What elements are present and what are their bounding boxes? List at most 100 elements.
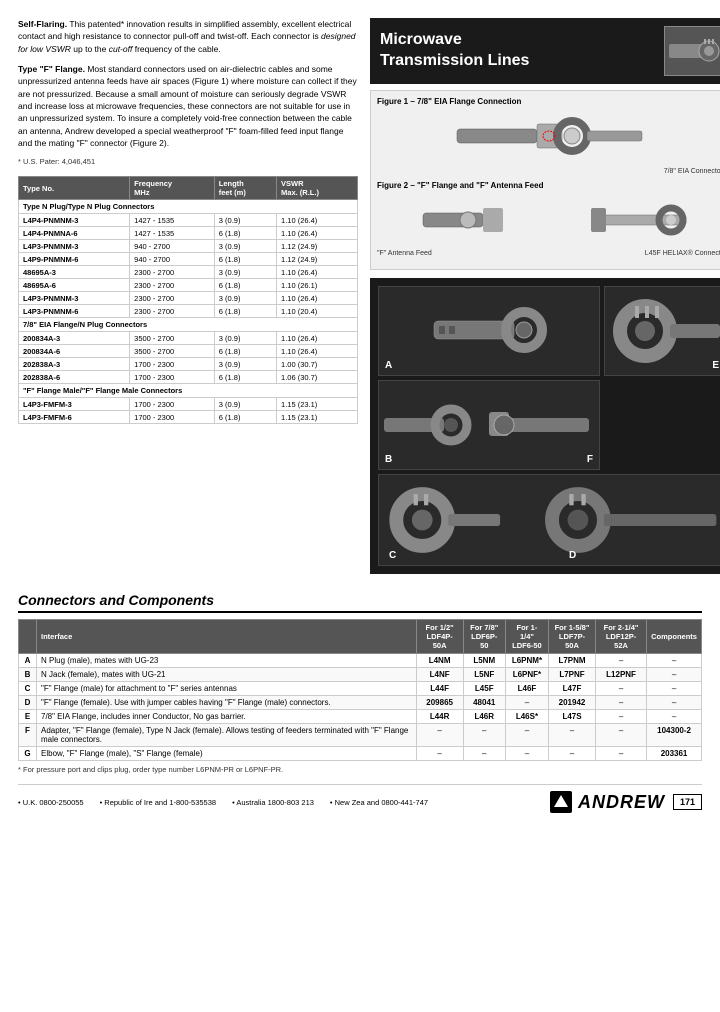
table-cell: 2300 - 2700: [130, 305, 215, 318]
table-row: 48695A-32300 - 27003 (0.9)1.10 (26.4): [19, 266, 358, 279]
table-cell: 6 (1.8): [214, 279, 276, 292]
footer-contacts: • U.K. 0800-250055 • Republic of Ire and…: [18, 798, 428, 807]
list-item: D"F" Flange (female). Use with jumper ca…: [19, 696, 702, 710]
row-letter: B: [19, 668, 37, 682]
list-item: E7/8" EIA Flange, includes inner Conduct…: [19, 710, 702, 724]
row-description: "F" Flange (female). Use with jumper cab…: [37, 696, 417, 710]
type-f-flange-paragraph: Type "F" Flange. Most standard connector…: [18, 63, 358, 149]
type-f-flange-text: Most standard connectors used on air-die…: [18, 64, 357, 148]
connector-label-d: D: [569, 550, 576, 561]
row-value: L46R: [463, 710, 505, 724]
table-cell: 3 (0.9): [214, 398, 276, 411]
table-cell: 1700 - 2300: [130, 398, 215, 411]
row-value: L7PNM: [549, 654, 596, 668]
table-cell: 1.15 (23.1): [277, 411, 358, 424]
page-number: 171: [673, 794, 702, 810]
row-value: –: [463, 724, 505, 747]
row-value: 201942: [549, 696, 596, 710]
table-cell: L4P3-FMFM-3: [19, 398, 130, 411]
page-footer: • U.K. 0800-250055 • Republic of Ire and…: [18, 784, 702, 813]
table-cell: 200834A-6: [19, 345, 130, 358]
list-item: BN Jack (female), mates with UG-21L4NFL5…: [19, 668, 702, 682]
table-cell: 940 - 2700: [130, 240, 215, 253]
footer-ire: • Republic of Ire and 1-800-535538: [100, 798, 216, 807]
connector-image-a: A: [378, 286, 600, 376]
table-cell: 1427 - 1535: [130, 214, 215, 227]
row-value: –: [505, 724, 548, 747]
table-cell: 202838A-6: [19, 371, 130, 384]
table-cell: 6 (1.8): [214, 253, 276, 266]
components-table-header: Interface For 1/2"LDF4P-50A For 7/8"LDF6…: [19, 620, 702, 654]
comp-col-components: Components: [647, 620, 702, 654]
comp-col-ldf7: For 1-5/8"LDF7P-50A: [549, 620, 596, 654]
connector-image-e: E: [604, 286, 720, 376]
table-row: 202838A-61700 - 23006 (1.8)1.06 (30.7): [19, 371, 358, 384]
row-value: –: [596, 710, 647, 724]
table-cell: 3 (0.9): [214, 358, 276, 371]
top-section: Self-Flaring. This patented* innovation …: [18, 18, 702, 574]
footer-uk: • U.K. 0800-250055: [18, 798, 84, 807]
table-cell: 2300 - 2700: [130, 266, 215, 279]
row-value: L6PNF*: [505, 668, 548, 682]
table-row: 202838A-31700 - 23003 (0.9)1.00 (30.7): [19, 358, 358, 371]
table-cell: L4P3-FMFM-6: [19, 411, 130, 424]
row-value: –: [596, 654, 647, 668]
table-row: 200834A-63500 - 27006 (1.8)1.10 (26.4): [19, 345, 358, 358]
table-cell: 1.10 (20.4): [277, 305, 358, 318]
row-value: 203361: [647, 747, 702, 761]
table-row: L4P3-FMFM-31700 - 23003 (0.9)1.15 (23.1): [19, 398, 358, 411]
connector-label-b: B: [385, 454, 392, 465]
table-cell: 2300 - 2700: [130, 292, 215, 305]
row-value: L12PNF: [596, 668, 647, 682]
table-cell: 3 (0.9): [214, 292, 276, 305]
row-description: N Plug (male), mates with UG-23: [37, 654, 417, 668]
footer-aus: • Australia 1800-803 213: [232, 798, 314, 807]
row-value: L45F: [463, 682, 505, 696]
table-cell: 1.10 (26.4): [277, 266, 358, 279]
table-cell: L4P4-PNMNA-6: [19, 227, 130, 240]
row-letter: G: [19, 747, 37, 761]
table-cell: L4P3-PNMNM-6: [19, 305, 130, 318]
self-flaring-heading: Self-Flaring.: [18, 19, 67, 29]
table-cell: 6 (1.8): [214, 371, 276, 384]
row-value: –: [647, 654, 702, 668]
row-letter: C: [19, 682, 37, 696]
table-row: L4P9-PNMNM-6940 - 27006 (1.8)1.12 (24.9): [19, 253, 358, 266]
table-cell: 1.10 (26.4): [277, 345, 358, 358]
bottom-section: Connectors and Components Interface For …: [18, 592, 702, 774]
comp-col-interface: Interface: [37, 620, 417, 654]
comp-col-letter: [19, 620, 37, 654]
table-cell: L4P4-PNMNM-3: [19, 214, 130, 227]
page-container: Self-Flaring. This patented* innovation …: [0, 0, 720, 1012]
table-row: 200834A-33500 - 27003 (0.9)1.10 (26.4): [19, 332, 358, 345]
connector-label-f: F: [587, 454, 593, 465]
table-cell: 48695A-3: [19, 266, 130, 279]
row-value: 48041: [463, 696, 505, 710]
comp-col-ldf6p: For 7/8"LDF6P-50: [463, 620, 505, 654]
table-cell: 48695A-6: [19, 279, 130, 292]
row-value: –: [596, 747, 647, 761]
table-cell: 6 (1.8): [214, 305, 276, 318]
connector-image-b-f: B F: [378, 380, 600, 470]
row-value: L5NF: [463, 668, 505, 682]
table-cell: 1.10 (26.4): [277, 332, 358, 345]
row-letter: D: [19, 696, 37, 710]
comp-col-ldf12: For 2-1/4"LDF12P-52A: [596, 620, 647, 654]
row-description: "F" Flange (male) for attachment to "F" …: [37, 682, 417, 696]
self-flaring-paragraph: Self-Flaring. This patented* innovation …: [18, 18, 358, 55]
row-value: –: [505, 696, 548, 710]
row-value: L47F: [549, 682, 596, 696]
row-value: L46F: [505, 682, 548, 696]
microwave-banner: Microwave Transmission Lines: [370, 18, 720, 84]
table-cell: 1700 - 2300: [130, 371, 215, 384]
table-cell: 202838A-3: [19, 358, 130, 371]
list-item: C"F" Flange (male) for attachment to "F"…: [19, 682, 702, 696]
row-value: –: [549, 724, 596, 747]
row-value: –: [647, 682, 702, 696]
banner-title: Microwave Transmission Lines: [380, 30, 529, 72]
table-section-header: 7/8" EIA Flange/N Plug Connectors: [19, 318, 358, 332]
row-value: –: [647, 710, 702, 724]
table-cell: 1.00 (30.7): [277, 358, 358, 371]
components-table: Interface For 1/2"LDF4P-50A For 7/8"LDF6…: [18, 619, 702, 761]
row-value: L4NF: [416, 668, 463, 682]
